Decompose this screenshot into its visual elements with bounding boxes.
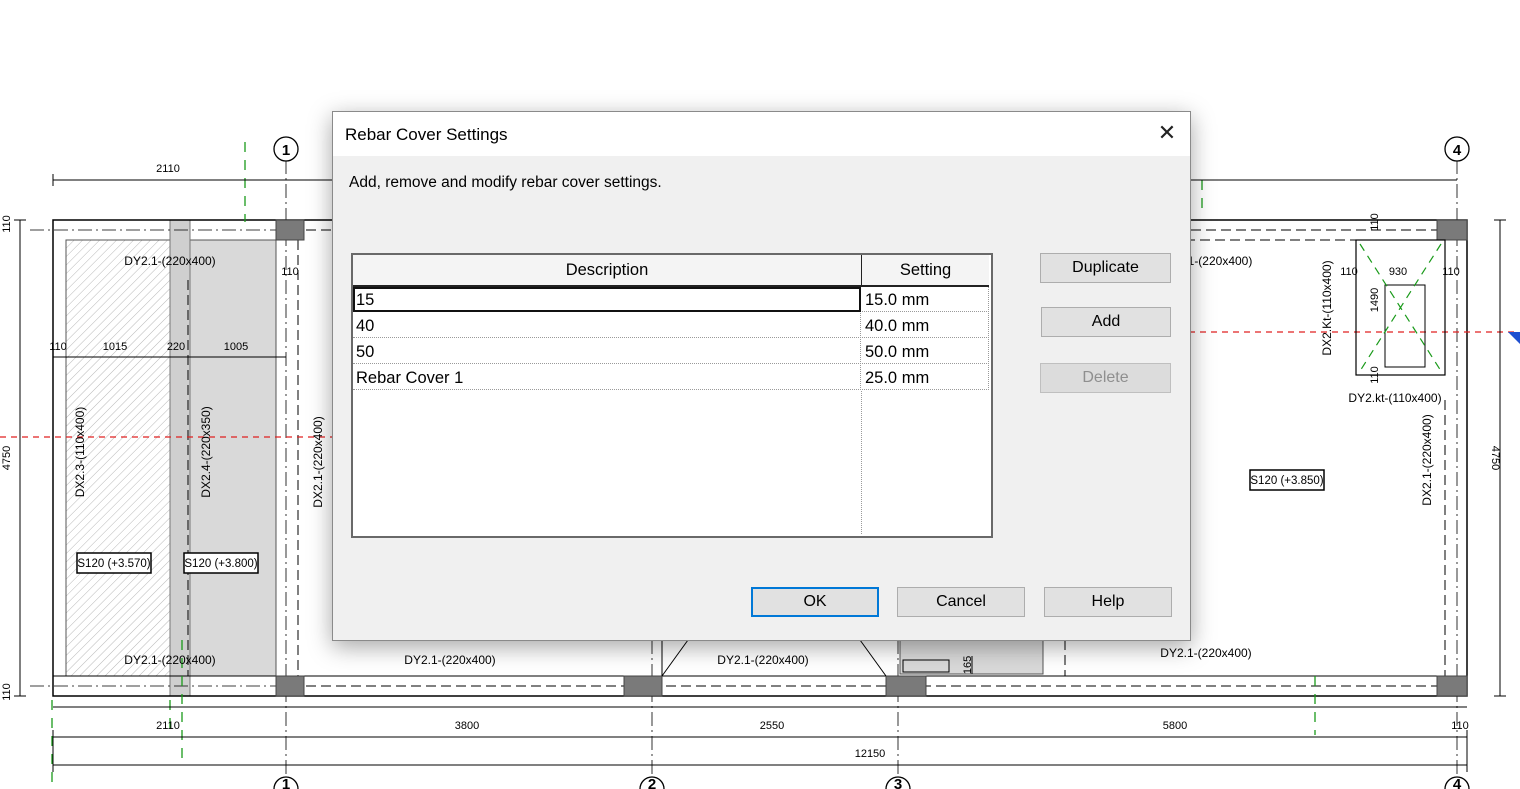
dialog-titlebar[interactable]: Rebar Cover Settings ✕ — [333, 112, 1190, 156]
beam-label: DY2.1-(220x400) — [717, 653, 808, 667]
dim-text: 110 — [1369, 213, 1381, 231]
column-divider — [861, 391, 862, 534]
dim-text: 2110 — [156, 720, 180, 732]
beam-label: DY2.1-(220x400) — [124, 254, 215, 268]
beam-label-vertical: DX2.1-(220x400) — [311, 416, 325, 507]
dim-text: 165 — [962, 656, 974, 674]
dim-text: 110 — [1, 215, 13, 233]
grid-bubble-1-bottom: 1 — [273, 776, 299, 789]
dim-text: 2550 — [760, 720, 784, 732]
description-cell[interactable]: 15 — [353, 287, 861, 312]
beam-label: 1-(220x400) — [1188, 254, 1253, 268]
beam-label-vertical: DX2.3-(110x400) — [73, 407, 87, 498]
table-row[interactable]: 15 15.0 mm — [353, 287, 989, 313]
beam-label: DY2.kt-(110x400) — [1348, 391, 1441, 405]
dialog-description: Add, remove and modify rebar cover setti… — [349, 174, 662, 191]
grid-bubble-4-bottom: 4 — [1444, 776, 1470, 789]
delete-button[interactable]: Delete — [1040, 363, 1171, 393]
dialog-title: Rebar Cover Settings — [345, 125, 508, 144]
grid-bubble-1-top: 1 — [273, 136, 299, 162]
dim-text: 110 — [1442, 266, 1460, 278]
dim-text: 220 — [167, 341, 185, 353]
dim-text: 1015 — [103, 341, 127, 353]
beam-label-vertical: DX2.Kt-(110x400) — [1320, 260, 1334, 355]
setting-cell[interactable]: 50.0 mm — [862, 339, 989, 364]
shaft-inner-box — [1384, 284, 1426, 368]
dim-text: 930 — [1389, 266, 1407, 278]
setting-cell[interactable]: 15.0 mm — [862, 287, 989, 312]
rebar-cover-table: Description Setting 15 15.0 mm 40 40.0 m… — [351, 253, 993, 538]
grid-bubble-label: 1 — [282, 776, 290, 789]
grid-bubble-label: 2 — [648, 776, 656, 789]
dim-text: 110 — [1451, 720, 1469, 732]
dim-text: 110 — [281, 266, 299, 278]
dim-text: 1490 — [1369, 288, 1381, 312]
slab-tag: S120 (+3.800) — [183, 552, 259, 574]
grid-bubble-3-bottom: 3 — [885, 776, 911, 789]
dim-text: 110 — [1369, 366, 1381, 384]
svg-text:S120 (+3.850): S120 (+3.850) — [1250, 475, 1323, 487]
description-cell[interactable]: Rebar Cover 1 — [353, 365, 861, 390]
svg-text:S120 (+3.800): S120 (+3.800) — [184, 558, 257, 570]
setting-cell[interactable]: 25.0 mm — [862, 365, 989, 390]
grid-bubble-label: 4 — [1453, 142, 1462, 159]
setting-cell[interactable]: 40.0 mm — [862, 313, 989, 338]
table-row[interactable]: 40 40.0 mm — [353, 313, 989, 339]
beam-label-vertical: DX2.1-(220x400) — [1420, 414, 1434, 505]
column-header-description[interactable]: Description — [353, 255, 862, 285]
beam-label: DY2.1-(220x400) — [124, 653, 215, 667]
dim-text: 110 — [1340, 266, 1358, 278]
beam-label: DY2.1-(220x400) — [404, 653, 495, 667]
cancel-button[interactable]: Cancel — [897, 587, 1025, 617]
close-icon[interactable]: ✕ — [1152, 118, 1182, 148]
slab-tag: S120 (+3.850) — [1249, 469, 1325, 491]
rebar-cover-settings-dialog: Rebar Cover Settings ✕ Add, remove and m… — [332, 111, 1191, 641]
column-header-setting[interactable]: Setting — [862, 255, 989, 285]
add-button[interactable]: Add — [1041, 307, 1171, 337]
table-row[interactable]: Rebar Cover 1 25.0 mm — [353, 365, 989, 391]
beam-label-vertical: DX2.4-(220x350) — [199, 406, 213, 497]
dim-text: 2110 — [156, 163, 180, 175]
dim-text: 110 — [1, 683, 13, 701]
table-row[interactable]: 50 50.0 mm — [353, 339, 989, 365]
grid-bubble-label: 1 — [282, 142, 290, 159]
grid-bubble-label: 4 — [1453, 776, 1462, 789]
table-header: Description Setting — [353, 255, 989, 287]
description-cell[interactable]: 50 — [353, 339, 861, 364]
dim-text: 1005 — [224, 341, 248, 353]
dim-text: 5800 — [1163, 720, 1187, 732]
ok-button[interactable]: OK — [751, 587, 879, 617]
grid-bubble-2-bottom: 2 — [639, 776, 665, 789]
duplicate-button[interactable]: Duplicate — [1040, 253, 1171, 283]
grid-bubble-4-top: 4 — [1444, 136, 1470, 162]
beam-label: DY2.1-(220x400) — [1160, 646, 1251, 660]
dim-text: 3800 — [455, 720, 479, 732]
dim-text: 12150 — [855, 748, 886, 760]
dim-text: 4750 — [1489, 446, 1501, 470]
slab-tag: S120 (+3.570) — [76, 552, 152, 574]
column-strip — [169, 219, 191, 697]
dim-text: 110 — [49, 341, 67, 353]
help-button[interactable]: Help — [1044, 587, 1172, 617]
svg-text:S120 (+3.570): S120 (+3.570) — [77, 558, 150, 570]
grid-bubble-label: 3 — [894, 776, 902, 789]
dim-text: 4750 — [1, 446, 13, 470]
description-cell[interactable]: 40 — [353, 313, 861, 338]
section-marker — [1508, 332, 1520, 344]
